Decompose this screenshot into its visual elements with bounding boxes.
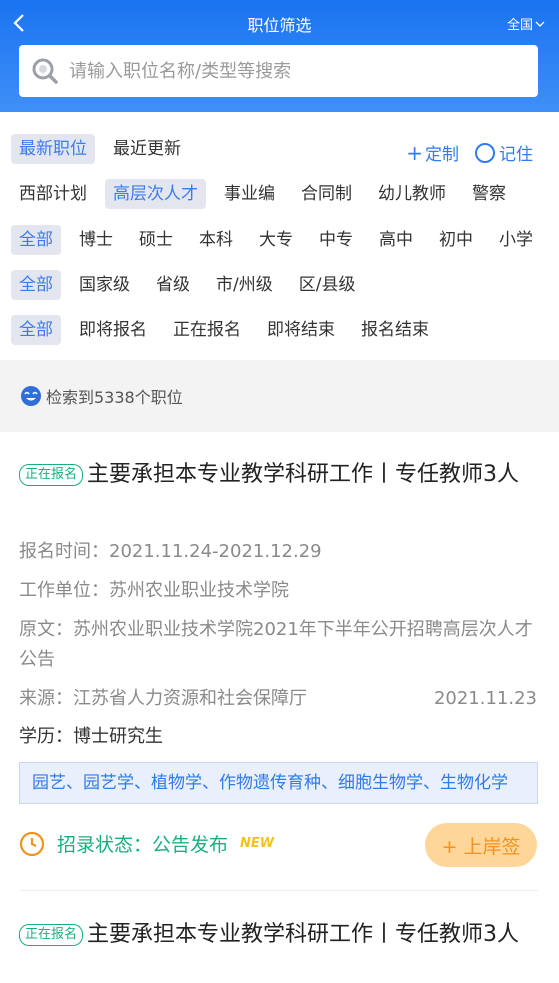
education-option[interactable]: 初中	[431, 225, 481, 255]
page-title: 职位筛选	[247, 16, 312, 35]
job-card[interactable]: 正在报名 主要承担本专业教学科研工作丨专任教师3人	[0, 892, 559, 983]
remember-label: 记住	[499, 145, 533, 165]
signup-status-badge: 正在报名	[19, 924, 84, 946]
recruit-status: 招录状态：公告发布 NEW	[19, 830, 274, 857]
category-option[interactable]: 高层次人才	[105, 179, 206, 209]
category-option[interactable]: 合同制	[293, 179, 360, 209]
customize-button[interactable]: + 定制	[406, 140, 459, 165]
search-icon	[32, 58, 58, 84]
category-option[interactable]: 幼儿教师	[370, 179, 454, 209]
status-option[interactable]: 全部	[11, 315, 61, 345]
level-option[interactable]: 全部	[11, 270, 61, 300]
level-option[interactable]: 省级	[148, 270, 198, 300]
education-option[interactable]: 全部	[11, 225, 61, 255]
clock-icon	[19, 831, 45, 856]
sort-actions: + 定制 记住	[406, 140, 533, 165]
job-title: 主要承担本专业教学科研工作丨专任教师3人	[87, 462, 520, 487]
chevron-down-icon	[535, 21, 545, 27]
level-filter-row: 全部 国家级 省级 市/州级 区/县级	[11, 270, 373, 300]
status-option[interactable]: 即将报名	[71, 315, 155, 345]
tab-recently-updated[interactable]: 最近更新	[105, 134, 189, 164]
search-box[interactable]	[19, 45, 538, 97]
signup-status-badge: 正在报名	[19, 464, 84, 486]
sort-tabs: 最新职位 最近更新	[11, 134, 199, 164]
remember-toggle[interactable]: 记住	[475, 140, 533, 165]
job-title-line: 正在报名 主要承担本专业教学科研工作丨专任教师3人	[19, 916, 539, 954]
category-option[interactable]: 西部计划	[11, 179, 95, 209]
signup-time: 报名时间：2021.11.24-2021.12.29	[19, 541, 322, 562]
level-option[interactable]: 市/州级	[208, 270, 281, 300]
region-selector[interactable]: 全国	[507, 14, 545, 33]
new-tag: NEW	[240, 836, 275, 851]
education-option[interactable]: 博士	[71, 225, 121, 255]
status-filter-row: 全部 即将报名 正在报名 即将结束 报名结束	[11, 315, 447, 345]
plus-icon: +	[406, 141, 423, 165]
smile-icon	[21, 386, 41, 406]
tab-latest[interactable]: 最新职位	[11, 134, 95, 164]
customize-label: 定制	[425, 145, 459, 165]
job-card[interactable]: 正在报名 主要承担本专业教学科研工作丨专任教师3人 报名时间：2021.11.24…	[0, 432, 559, 892]
search-input[interactable]	[69, 60, 509, 82]
category-option[interactable]: 事业编	[216, 179, 283, 209]
card-divider	[19, 890, 538, 891]
majors-list: 园艺、园艺学、植物学、作物遗传育种、细胞生物学、生物化学	[19, 762, 538, 804]
level-option[interactable]: 区/县级	[291, 270, 364, 300]
status-option[interactable]: 即将结束	[259, 315, 343, 345]
education-filter-row: 全部 博士 硕士 本科 大专 中专 高中 初中 小学	[11, 225, 551, 255]
education-option[interactable]: 硕士	[131, 225, 181, 255]
recruit-status-text: 招录状态：公告发布	[57, 834, 229, 856]
result-count-bar: 检索到5338个职位	[0, 360, 559, 432]
education-option[interactable]: 中专	[311, 225, 361, 255]
result-count-text: 检索到5338个职位	[46, 388, 183, 407]
source-notice-link[interactable]: 原文：苏州农业职业技术学院2021年下半年公开招聘高层次人才公告	[19, 615, 539, 675]
category-option[interactable]: 警察	[464, 179, 514, 209]
status-option[interactable]: 正在报名	[165, 315, 249, 345]
job-title-line: 正在报名 主要承担本专业教学科研工作丨专任教师3人	[19, 456, 539, 494]
radio-circle-icon	[475, 142, 495, 163]
education-option[interactable]: 小学	[491, 225, 541, 255]
education-option[interactable]: 大专	[251, 225, 301, 255]
job-title: 主要承担本专业教学科研工作丨专任教师3人	[87, 922, 520, 947]
header-bar: 职位筛选 全国	[0, 0, 559, 112]
status-option[interactable]: 报名结束	[353, 315, 437, 345]
education-option[interactable]: 本科	[191, 225, 241, 255]
level-option[interactable]: 国家级	[71, 270, 138, 300]
region-label: 全国	[506, 18, 533, 33]
category-filter-row: 西部计划 高层次人才 事业编 合同制 幼儿教师 警察	[19, 179, 524, 209]
employer: 工作单位：苏州农业职业技术学院	[19, 580, 289, 601]
education-option[interactable]: 高中	[371, 225, 421, 255]
add-tag-button[interactable]: + 上岸签	[425, 823, 537, 867]
publish-date: 2021.11.23	[433, 688, 537, 709]
education-requirement: 学历：博士研究生	[19, 726, 163, 747]
